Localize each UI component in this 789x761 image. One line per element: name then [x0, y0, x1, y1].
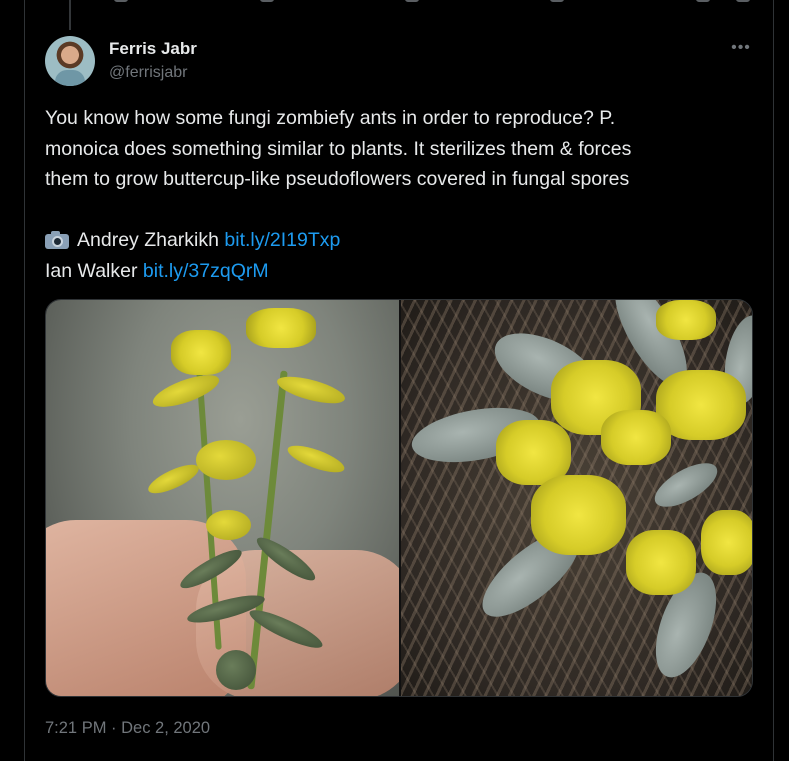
pseudoflower — [246, 308, 316, 348]
previous-tweet-action-bar — [100, 0, 760, 6]
bookmark-icon[interactable] — [696, 0, 710, 2]
pseudoflower — [626, 530, 696, 595]
pseudoflower — [656, 300, 716, 340]
timeline-border-right — [773, 0, 774, 761]
yellow-leaf — [206, 510, 251, 540]
reply-icon[interactable] — [114, 0, 128, 2]
photo-plant-in-hand[interactable] — [46, 300, 399, 696]
credit-link[interactable]: bit.ly/2I19Txp — [224, 229, 340, 251]
pseudoflower — [531, 475, 626, 555]
avatar[interactable] — [45, 36, 95, 86]
tweet-text-line: monoica does something similar to plants… — [45, 137, 632, 160]
photo-credit-line: Andrey Zharkikh bit.ly/2I19Txp — [45, 225, 745, 256]
retweet-icon[interactable] — [260, 0, 274, 2]
pseudoflower — [601, 410, 671, 465]
tweet-text-line: them to grow buttercup-like pseudoflower… — [45, 168, 630, 190]
green-leaf — [216, 650, 256, 690]
thread-connector-line — [69, 0, 71, 30]
yellow-leaf — [196, 440, 256, 480]
author-handle[interactable]: @ferrisjabr — [109, 64, 187, 82]
more-icon[interactable]: ••• — [727, 36, 755, 60]
credit-name: Andrey Zharkikh — [77, 229, 219, 251]
camera-icon — [45, 231, 69, 249]
credit-link[interactable]: bit.ly/37zqQrM — [143, 260, 269, 282]
yellow-leaf — [149, 368, 223, 414]
author-name[interactable]: Ferris Jabr — [109, 39, 197, 59]
tweet-timestamp[interactable]: 7:21 PM · Dec 2, 2020 — [45, 719, 210, 738]
tweet-text: You know how some fungi zombiefy ants in… — [45, 103, 745, 286]
yellow-leaf — [144, 459, 203, 499]
pseudoflower — [701, 510, 752, 575]
views-icon[interactable] — [550, 0, 564, 2]
yellow-leaf — [284, 440, 348, 478]
timeline-border-left — [24, 0, 25, 761]
photo-pseudoflowers-closeup[interactable] — [401, 300, 752, 696]
like-icon[interactable] — [405, 0, 419, 2]
tweet-header: Ferris Jabr @ferrisjabr ••• — [45, 36, 755, 86]
share-icon[interactable] — [736, 0, 750, 2]
tweet-media — [45, 299, 753, 697]
yellow-leaf — [274, 371, 348, 409]
avatar-shirt — [55, 70, 85, 86]
silver-leaf — [648, 454, 724, 516]
tweet-text-line: You know how some fungi zombiefy ants in… — [45, 107, 616, 129]
pseudoflower — [171, 330, 231, 375]
photo-credit-line: Ian Walker bit.ly/37zqQrM — [45, 256, 745, 287]
credit-name: Ian Walker — [45, 259, 138, 282]
